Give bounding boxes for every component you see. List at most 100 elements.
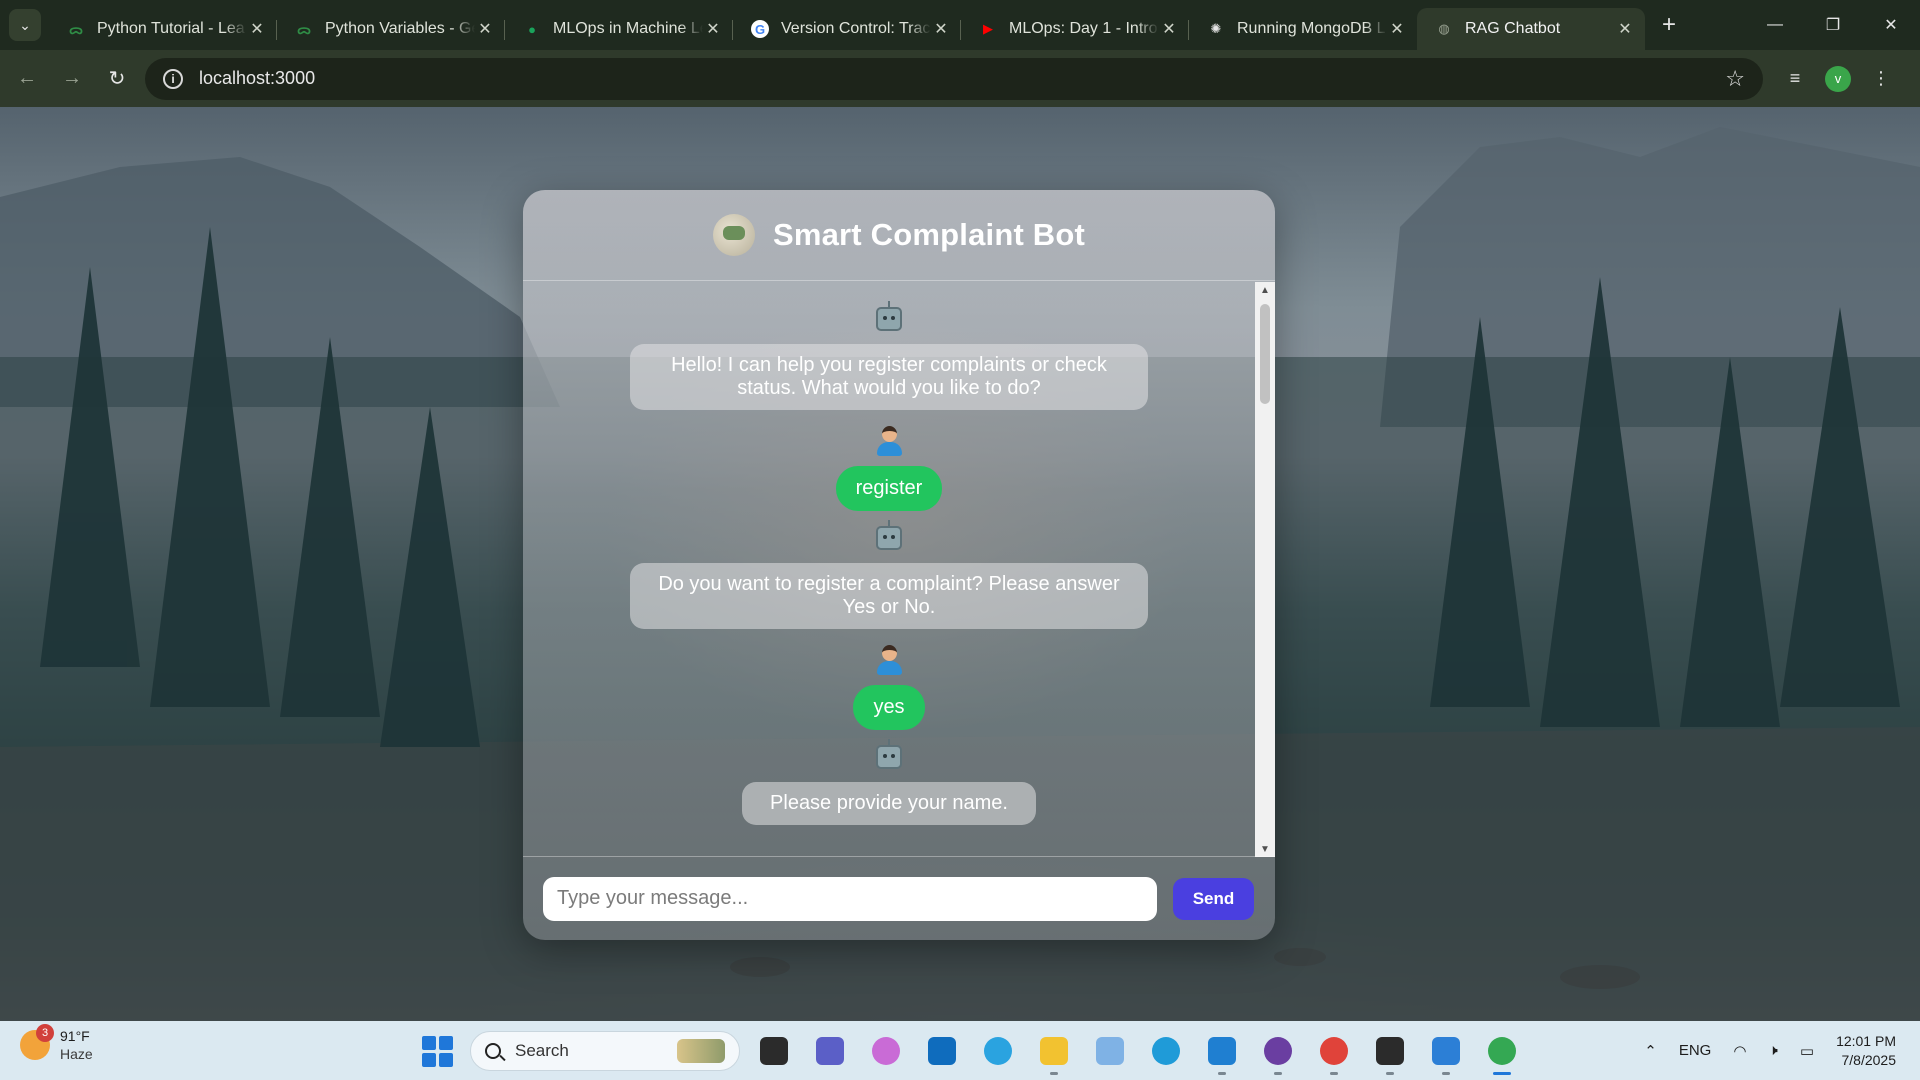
media-control-icon[interactable]: ≡	[1781, 68, 1809, 89]
new-tab-button[interactable]: +	[1653, 9, 1685, 41]
medium-icon: ●	[528, 21, 536, 37]
volume-muted-icon[interactable]: 🕨	[1768, 1042, 1777, 1059]
start-button[interactable]	[416, 1030, 458, 1072]
page-viewport: Smart Complaint Bot Hello! I can help yo…	[0, 107, 1920, 1021]
tab-title: Version Control: Trac	[781, 20, 931, 37]
show-hidden-icons[interactable]: ⌃	[1644, 1042, 1657, 1060]
tab-close-icon[interactable]: ✕	[475, 19, 495, 39]
tab-close-icon[interactable]: ✕	[703, 19, 723, 39]
menu-kebab-icon[interactable]: ⋮	[1867, 68, 1895, 89]
search-label: Search	[515, 1041, 569, 1060]
send-button[interactable]: Send	[1173, 877, 1254, 920]
bot-message: Do you want to register a complaint? Ple…	[630, 563, 1148, 629]
chrome-icon[interactable]	[1312, 1029, 1356, 1075]
google-icon: G	[751, 20, 769, 38]
person-icon	[876, 645, 902, 675]
geeksforgeeks-icon: ᯅ	[296, 22, 312, 37]
copilot-icon[interactable]	[864, 1029, 908, 1073]
browser-tab[interactable]: ᯅ Python Tutorial - Lea ✕	[49, 8, 277, 50]
user-avatar-icon	[874, 645, 904, 675]
person-icon	[876, 426, 902, 456]
address-bar[interactable]: i localhost:3000 ☆	[145, 57, 1763, 100]
restore-button[interactable]: ❐	[1804, 0, 1862, 50]
scrollbar-thumb[interactable]	[1260, 304, 1270, 404]
youtube-icon: ▶	[983, 21, 993, 36]
tab-title: MLOps: Day 1 - Intro	[1009, 20, 1158, 37]
windows-taskbar: 3 91°F Haze Search ⌃ ENG ◠ 🕨 ▭ 12:01 PM …	[0, 1021, 1920, 1080]
bot-logo-icon	[712, 214, 755, 256]
bot-message: Hello! I can help you register complaint…	[630, 344, 1148, 410]
tab-title: MLOps in Machine Le	[553, 20, 703, 37]
vscode-icon[interactable]	[1200, 1029, 1244, 1075]
close-window-button[interactable]: ✕	[1862, 0, 1920, 50]
tab-search-button[interactable]: ⌄	[9, 9, 41, 41]
weather-badge: 3	[36, 1024, 54, 1042]
site-info-icon[interactable]: i	[163, 68, 183, 89]
browser-tab[interactable]: G Version Control: Trac ✕	[733, 8, 961, 50]
edge-icon[interactable]	[1144, 1029, 1188, 1073]
search-highlight-icon	[677, 1039, 725, 1063]
file-explorer-icon[interactable]	[752, 1029, 796, 1073]
tab-close-icon[interactable]: ✕	[1615, 19, 1635, 39]
user-avatar-icon	[874, 426, 904, 456]
chat-header: Smart Complaint Bot	[523, 190, 1275, 281]
profile-avatar[interactable]: v	[1825, 65, 1851, 92]
folder-icon[interactable]	[1032, 1029, 1076, 1075]
tab-strip: ᯅ Python Tutorial - Lea ✕ ᯅ Python Variables…	[49, 0, 1645, 50]
user-message: register	[835, 466, 943, 511]
robot-avatar-icon	[874, 520, 904, 553]
battery-icon[interactable]: ▭	[1800, 1042, 1814, 1060]
tab-close-icon[interactable]: ✕	[931, 19, 951, 39]
search-icon	[485, 1043, 501, 1059]
outlook-icon[interactable]	[920, 1029, 964, 1073]
weather-sun-icon: 3	[20, 1024, 54, 1060]
forward-button[interactable]: →	[54, 61, 90, 97]
taskbar-apps: Search	[416, 1029, 1524, 1075]
taskbar-search[interactable]: Search	[470, 1031, 740, 1071]
browser-tab[interactable]: ▶ MLOps: Day 1 - Intro ✕	[961, 8, 1189, 50]
terminal-icon[interactable]	[1368, 1029, 1412, 1075]
bookmark-star-icon[interactable]: ☆	[1725, 66, 1745, 92]
clock-date: 7/8/2025	[1841, 1051, 1897, 1068]
minimize-button[interactable]: —	[1746, 0, 1804, 50]
scroll-up-arrow-icon[interactable]: ▲	[1255, 282, 1275, 298]
back-button[interactable]: ←	[9, 61, 45, 97]
tab-close-icon[interactable]: ✕	[1387, 19, 1407, 39]
tab-close-icon[interactable]: ✕	[247, 19, 267, 39]
message-input[interactable]	[543, 876, 1157, 921]
weather-widget[interactable]: 3 91°F Haze	[20, 1024, 93, 1063]
telegram-icon[interactable]	[976, 1029, 1020, 1073]
robot-avatar-icon	[874, 739, 904, 772]
chrome-active-icon[interactable]	[1480, 1029, 1524, 1075]
gemini-icon[interactable]	[1088, 1029, 1132, 1073]
robot-icon	[876, 520, 902, 550]
tab-title: Python Tutorial - Lea	[97, 20, 245, 37]
browser-tab[interactable]: ᯅ Python Variables - Ge ✕	[277, 8, 505, 50]
browser-tab[interactable]: ● MLOps in Machine Le ✕	[505, 8, 733, 50]
message-scrollbar[interactable]: ▲ ▼	[1255, 282, 1275, 857]
robot-icon	[876, 301, 902, 331]
clock[interactable]: 12:01 PM 7/8/2025	[1836, 1032, 1896, 1070]
github-desktop-icon[interactable]	[1256, 1029, 1300, 1075]
browser-tab[interactable]: ✺ Running MongoDB L ✕	[1189, 8, 1417, 50]
notepad-icon[interactable]	[1424, 1029, 1468, 1075]
wifi-icon[interactable]: ◠	[1733, 1042, 1746, 1060]
robot-avatar-icon	[874, 301, 904, 334]
tab-close-icon[interactable]: ✕	[1159, 19, 1179, 39]
teams-icon[interactable]	[808, 1029, 852, 1073]
globe-icon: ◍	[1438, 21, 1450, 36]
browser-tab[interactable]: ◍ RAG Chatbot ✕	[1417, 8, 1645, 50]
tab-title: Python Variables - Ge	[325, 20, 475, 37]
url-text: localhost:3000	[199, 68, 316, 88]
browser-tab-bar: ⌄ ᯅ Python Tutorial - Lea ✕ ᯅ Python Variabl…	[0, 0, 1920, 50]
browser-toolbar: ← → ↻ i localhost:3000 ☆ ≡ v ⋮	[0, 50, 1920, 107]
robot-icon	[876, 739, 902, 769]
chatgpt-icon: ✺	[1210, 21, 1222, 36]
scroll-down-arrow-icon[interactable]: ▼	[1255, 841, 1275, 857]
reload-button[interactable]: ↻	[99, 61, 135, 97]
tab-title: Running MongoDB L	[1237, 20, 1386, 37]
language-indicator[interactable]: ENG	[1679, 1042, 1712, 1059]
clock-time: 12:01 PM	[1836, 1032, 1896, 1049]
system-tray: ⌃ ENG ◠ 🕨 ▭ 12:01 PM 7/8/2025	[1644, 1021, 1920, 1080]
bot-message: Please provide your name.	[742, 782, 1036, 825]
